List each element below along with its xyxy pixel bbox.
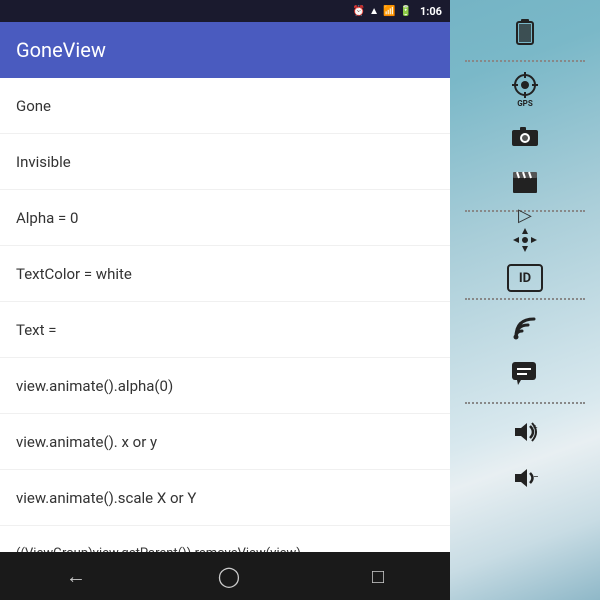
list-item: view.animate(). x or y (0, 414, 450, 470)
list-content: Gone Invisible Alpha = 0 TextColor = whi… (0, 78, 450, 570)
separator-1 (465, 60, 585, 62)
wifi-icon: ▲ (369, 6, 379, 17)
volume-down-icon[interactable]: − (503, 456, 547, 500)
gps-icon[interactable]: GPS (503, 68, 547, 112)
camera-icon[interactable] (503, 114, 547, 158)
home-button[interactable]: ◯ (218, 564, 240, 588)
gps-label: GPS (517, 99, 533, 108)
rss-icon[interactable] (503, 306, 547, 350)
recent-button[interactable]: □ (372, 564, 384, 589)
id-label: ID (519, 271, 531, 286)
id-icon[interactable]: ID (507, 264, 543, 292)
clapboard-icon[interactable] (503, 160, 547, 204)
nav-bar: ← ◯ □ (0, 552, 450, 600)
phone-content: GoneView Gone Invisible Alpha = 0 TextCo… (0, 0, 450, 570)
separator-4 (465, 402, 585, 404)
time-display: 1:06 (420, 5, 442, 18)
status-icons: ⏰ ▲ 📶 🔋 1:06 (353, 5, 442, 18)
separator-3 (465, 298, 585, 300)
list-item: Invisible (0, 134, 450, 190)
list-item: view.animate().alpha(0) (0, 358, 450, 414)
app-title: GoneView (16, 38, 106, 62)
back-button[interactable]: ← (66, 564, 86, 589)
signal-icon: 📶 (383, 6, 395, 17)
move-icon[interactable] (503, 218, 547, 262)
svg-text:−: − (533, 472, 539, 483)
status-bar: ⏰ ▲ 📶 🔋 1:06 (0, 0, 450, 22)
separator-2 (465, 210, 585, 212)
list-item: Alpha = 0 (0, 190, 450, 246)
chat-icon[interactable] (503, 352, 547, 396)
battery-icon[interactable] (503, 10, 547, 54)
list-item: TextColor = white (0, 246, 450, 302)
volume-up-icon[interactable]: + (503, 410, 547, 454)
app-bar: GoneView (0, 22, 450, 78)
battery-status-icon: 🔋 (400, 6, 412, 17)
list-item-text-eq: Text = (0, 302, 450, 358)
list-item: Gone (0, 78, 450, 134)
alarm-icon: ⏰ (353, 6, 365, 17)
svg-text:+: + (533, 423, 538, 432)
list-item: view.animate().scale X or Y (0, 470, 450, 526)
right-sidebar: GPS ID (450, 0, 600, 600)
